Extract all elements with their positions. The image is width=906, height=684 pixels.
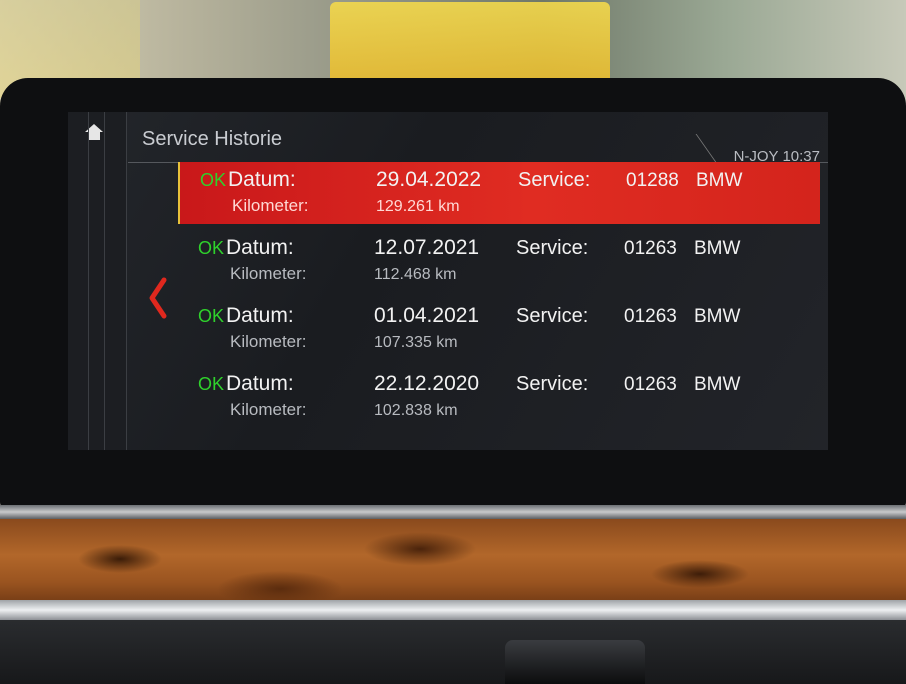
ok-status: OK: [198, 374, 225, 394]
chevron-left-icon[interactable]: [146, 276, 168, 320]
service-date: 22.12.2020: [374, 372, 480, 395]
service-entry-row[interactable]: OK Datum: Kilometer: 22.12.2020 102.838 …: [178, 366, 818, 428]
service-number: 01288: [626, 170, 679, 191]
service-brand: BMW: [694, 306, 741, 327]
ok-status: OK: [198, 306, 225, 326]
home-icon[interactable]: [84, 122, 104, 142]
rail-divider: [126, 112, 127, 450]
rail-divider: [104, 112, 105, 450]
service-date: 12.07.2021: [374, 236, 480, 259]
service-entry-row[interactable]: OK Datum: Kilometer: 12.07.2021 112.468 …: [178, 230, 818, 292]
service-km: 102.838 km: [374, 402, 458, 419]
service-entry-row[interactable]: OK Datum: Kilometer: 01.04.2021 107.335 …: [178, 298, 818, 360]
kilometer-label: Kilometer:: [230, 400, 307, 419]
datum-label: Datum:: [226, 372, 294, 395]
chrome-trim-lower: [0, 600, 906, 620]
service-date: 29.04.2022: [376, 168, 482, 191]
ok-status: OK: [200, 170, 227, 190]
service-km: 112.468 km: [374, 266, 457, 283]
service-label: Service:: [516, 373, 589, 395]
datum-label: Datum:: [226, 236, 294, 259]
kilometer-label: Kilometer:: [232, 196, 309, 215]
storefront-sign: [330, 2, 610, 90]
idrive-screen: Service Historie N-JOY 10:37 OK Datum: K…: [68, 112, 828, 450]
service-brand: BMW: [694, 238, 741, 259]
datum-label: Datum:: [226, 304, 294, 327]
kilometer-label: Kilometer:: [230, 332, 307, 351]
datum-label: Datum:: [228, 168, 296, 191]
kilometer-label: Kilometer:: [230, 264, 307, 283]
wood-trim: [0, 519, 906, 609]
service-date: 01.04.2021: [374, 304, 480, 327]
page-title: Service Historie: [142, 128, 283, 150]
service-number: 01263: [624, 306, 677, 327]
service-brand: BMW: [694, 374, 741, 395]
service-km: 107.335 km: [374, 334, 458, 351]
service-number: 01263: [624, 374, 677, 395]
side-rail: [68, 112, 127, 450]
rail-divider: [88, 112, 89, 450]
service-label: Service:: [518, 169, 591, 191]
chrome-trim: [0, 505, 906, 519]
service-km: 129.261 km: [376, 198, 460, 215]
service-label: Service:: [516, 305, 589, 327]
service-number: 01263: [624, 238, 677, 259]
air-vent: [505, 640, 645, 684]
service-label: Service:: [516, 237, 589, 259]
ok-status: OK: [198, 238, 225, 258]
dashboard-lower: [0, 620, 906, 684]
service-entry-row[interactable]: OK Datum: Kilometer: 29.04.2022 129.261 …: [178, 162, 820, 224]
service-brand: BMW: [696, 170, 743, 191]
